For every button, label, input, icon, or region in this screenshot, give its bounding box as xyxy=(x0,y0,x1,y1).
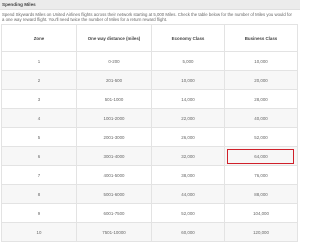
cell-business: 120,000 xyxy=(224,222,298,242)
spending-miles-panel: Spending Miles Spend Skywards Miles on U… xyxy=(0,0,300,243)
miles-table: Zone One way distance (miles) Economy Cl… xyxy=(1,24,298,242)
cell-business: 76,000 xyxy=(224,165,298,185)
cell-distance: 501-1000 xyxy=(76,89,152,109)
header-distance: One way distance (miles) xyxy=(76,24,152,52)
cell-economy: 14,000 xyxy=(151,89,225,109)
cell-economy: 38,000 xyxy=(151,165,225,185)
cell-business: 20,000 xyxy=(224,70,298,90)
cell-zone: 4 xyxy=(1,108,77,128)
cell-distance: 7501-10000 xyxy=(76,222,152,242)
cell-distance: 5001-6000 xyxy=(76,184,152,204)
table-row: 2 201-500 10,000 20,000 xyxy=(1,70,298,90)
table-row: 8 5001-6000 44,000 88,000 xyxy=(1,184,298,204)
cell-distance: 3001-4000 xyxy=(76,146,152,166)
cell-distance: 0-200 xyxy=(76,51,152,71)
cell-zone: 3 xyxy=(1,89,77,109)
cell-zone: 6 xyxy=(1,146,77,166)
table-row: 4 1001-2000 22,000 40,000 xyxy=(1,108,298,128)
cell-business: 40,000 xyxy=(224,108,298,128)
cell-business: 104,000 xyxy=(224,203,298,223)
cell-economy: 60,000 xyxy=(151,222,225,242)
cell-economy: 5,000 xyxy=(151,51,225,71)
table-row: 7 4001-5000 38,000 76,000 xyxy=(1,165,298,185)
header-economy: Economy Class xyxy=(151,24,225,52)
section-title: Spending Miles xyxy=(2,2,36,7)
table-header-row: Zone One way distance (miles) Economy Cl… xyxy=(1,24,298,52)
cell-zone: 10 xyxy=(1,222,77,242)
cell-distance: 201-500 xyxy=(76,70,152,90)
header-business: Business Class xyxy=(224,24,298,52)
table-row: 3 501-1000 14,000 28,000 xyxy=(1,89,298,109)
header-zone: Zone xyxy=(1,24,77,52)
cell-distance: 2001-3000 xyxy=(76,127,152,147)
cell-economy: 32,000 xyxy=(151,146,225,166)
cell-zone: 1 xyxy=(1,51,77,71)
section-intro: Spend Skywards Miles on United Airlines … xyxy=(2,12,292,23)
table-row: 1 0-200 5,000 10,000 xyxy=(1,51,298,71)
table-row: 10 7501-10000 60,000 120,000 xyxy=(1,222,298,242)
cell-zone: 5 xyxy=(1,127,77,147)
cell-economy: 52,000 xyxy=(151,203,225,223)
table-row: 6 3001-4000 32,000 64,000 xyxy=(1,146,298,166)
cell-distance: 6001-7500 xyxy=(76,203,152,223)
cell-business-highlighted: 64,000 xyxy=(224,146,298,166)
cell-economy: 44,000 xyxy=(151,184,225,204)
cell-business: 52,000 xyxy=(224,127,298,147)
table-row: 9 6001-7500 52,000 104,000 xyxy=(1,203,298,223)
cell-distance: 4001-5000 xyxy=(76,165,152,185)
cell-zone: 9 xyxy=(1,203,77,223)
cell-zone: 7 xyxy=(1,165,77,185)
cell-economy: 10,000 xyxy=(151,70,225,90)
cell-business: 88,000 xyxy=(224,184,298,204)
cell-zone: 8 xyxy=(1,184,77,204)
section-header: Spending Miles xyxy=(0,0,300,10)
cell-business: 28,000 xyxy=(224,89,298,109)
table-row: 5 2001-3000 26,000 52,000 xyxy=(1,127,298,147)
cell-economy: 26,000 xyxy=(151,127,225,147)
cell-distance: 1001-2000 xyxy=(76,108,152,128)
cell-zone: 2 xyxy=(1,70,77,90)
cell-business: 10,000 xyxy=(224,51,298,71)
cell-economy: 22,000 xyxy=(151,108,225,128)
